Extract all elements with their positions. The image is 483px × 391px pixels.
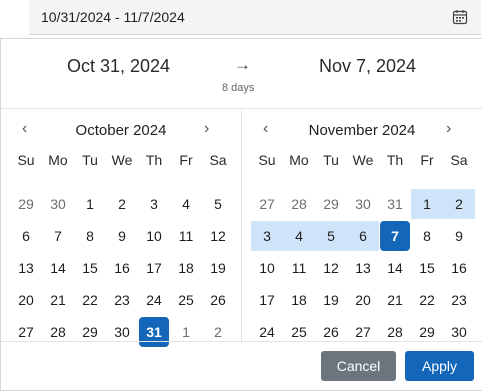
day-cell[interactable]: 29 [316, 189, 346, 219]
range-summary: Oct 31, 2024 → 8 days Nov 7, 2024 [1, 39, 482, 109]
day-cell[interactable]: 13 [348, 253, 378, 283]
weekday-label: Fr [420, 152, 434, 168]
day-cell[interactable]: 14 [380, 253, 410, 283]
day-cell[interactable]: 8 [412, 221, 442, 251]
day-cell[interactable]: 3 [251, 221, 283, 251]
weekday-label: Su [258, 152, 276, 168]
day-cell[interactable]: 14 [43, 253, 73, 283]
weekday-label: Sa [450, 152, 468, 168]
date-range-popup: Oct 31, 2024 → 8 days Nov 7, 2024 ‹ Octo… [0, 38, 482, 391]
day-cell[interactable]: 1 [75, 189, 105, 219]
day-cell[interactable]: 18 [284, 285, 314, 315]
day-cell[interactable]: 22 [75, 285, 105, 315]
day-cell[interactable]: 6 [11, 221, 41, 251]
weekday-label: Su [17, 152, 35, 168]
next-month-icon[interactable]: › [204, 120, 209, 138]
arrow-right-icon: → [234, 55, 251, 74]
calendar-november: ‹ November 2024 › Su Mo Tu We Th Fr Sa 27 28 29 30… [242, 108, 482, 341]
day-cell[interactable]: 3 [139, 189, 169, 219]
weekday-label: Tu [82, 152, 98, 168]
day-cell[interactable]: 30 [348, 189, 378, 219]
weekday-label: Tu [323, 152, 339, 168]
day-cell[interactable]: 9 [107, 221, 137, 251]
day-cell[interactable]: 9 [444, 221, 474, 251]
day-cell[interactable]: 26 [203, 285, 233, 315]
weekday-label: Th [145, 152, 163, 168]
apply-button[interactable]: Apply [405, 351, 474, 381]
day-cell-selected[interactable]: 7 [380, 221, 410, 251]
day-cell[interactable]: 19 [316, 285, 346, 315]
calendar-icon[interactable] [452, 9, 468, 25]
day-cell[interactable]: 29 [11, 189, 41, 219]
day-cell[interactable]: 24 [139, 285, 169, 315]
day-cell[interactable]: 19 [203, 253, 233, 283]
weekday-label: Th [386, 152, 404, 168]
weekday-label: We [352, 152, 374, 168]
next-month-icon[interactable]: › [446, 120, 451, 138]
day-cell[interactable]: 8 [75, 221, 105, 251]
day-cell[interactable]: 13 [11, 253, 41, 283]
day-cell[interactable]: 2 [107, 189, 137, 219]
range-day-count: 8 days [222, 82, 255, 94]
day-cell[interactable]: 15 [412, 253, 442, 283]
day-cell[interactable]: 6 [347, 221, 379, 251]
weekday-label: Mo [289, 152, 309, 168]
day-cell[interactable]: 21 [43, 285, 73, 315]
day-cell[interactable]: 10 [139, 221, 169, 251]
cancel-button[interactable]: Cancel [321, 351, 396, 381]
weekday-label: We [111, 152, 133, 168]
day-cell[interactable]: 16 [107, 253, 137, 283]
day-cell[interactable]: 11 [171, 221, 201, 251]
day-cell[interactable]: 21 [380, 285, 410, 315]
date-range-input[interactable]: 10/31/2024 - 11/7/2024 [29, 0, 481, 35]
range-end-label: Nov 7, 2024 [319, 56, 417, 76]
day-cell[interactable]: 25 [171, 285, 201, 315]
day-cell[interactable]: 4 [283, 221, 315, 251]
day-cell[interactable]: 1 [411, 189, 443, 219]
date-range-value[interactable]: 10/31/2024 - 11/7/2024 [41, 9, 185, 25]
day-cell[interactable]: 18 [171, 253, 201, 283]
day-cell[interactable]: 15 [75, 253, 105, 283]
day-cell[interactable]: 31 [380, 189, 410, 219]
day-cell[interactable]: 12 [203, 221, 233, 251]
day-cell[interactable]: 12 [316, 253, 346, 283]
day-cell[interactable]: 17 [252, 285, 282, 315]
day-cell[interactable]: 17 [139, 253, 169, 283]
weekday-label: Fr [179, 152, 193, 168]
day-cell[interactable]: 5 [315, 221, 347, 251]
day-cell[interactable]: 27 [252, 189, 282, 219]
day-cell[interactable]: 23 [107, 285, 137, 315]
day-cell[interactable]: 7 [43, 221, 73, 251]
day-cell[interactable]: 20 [348, 285, 378, 315]
day-cell[interactable]: 5 [203, 189, 233, 219]
day-cell[interactable]: 28 [284, 189, 314, 219]
day-cell[interactable]: 2 [443, 189, 475, 219]
action-bar: Cancel Apply [1, 341, 482, 391]
day-cell[interactable]: 20 [11, 285, 41, 315]
range-start-label: Oct 31, 2024 [67, 56, 171, 76]
day-cell[interactable]: 30 [43, 189, 73, 219]
weekday-label: Sa [209, 152, 227, 168]
day-cell[interactable]: 10 [252, 253, 282, 283]
day-cell[interactable]: 23 [444, 285, 474, 315]
weekday-label: Mo [48, 152, 68, 168]
day-cell[interactable]: 11 [284, 253, 314, 283]
day-cell[interactable]: 4 [171, 189, 201, 219]
calendar-october: ‹ October 2024 › Su Mo Tu We Th Fr Sa 29 30 1 2 3 4 5… [1, 108, 241, 347]
day-cell[interactable]: 22 [412, 285, 442, 315]
day-cell[interactable]: 16 [444, 253, 474, 283]
